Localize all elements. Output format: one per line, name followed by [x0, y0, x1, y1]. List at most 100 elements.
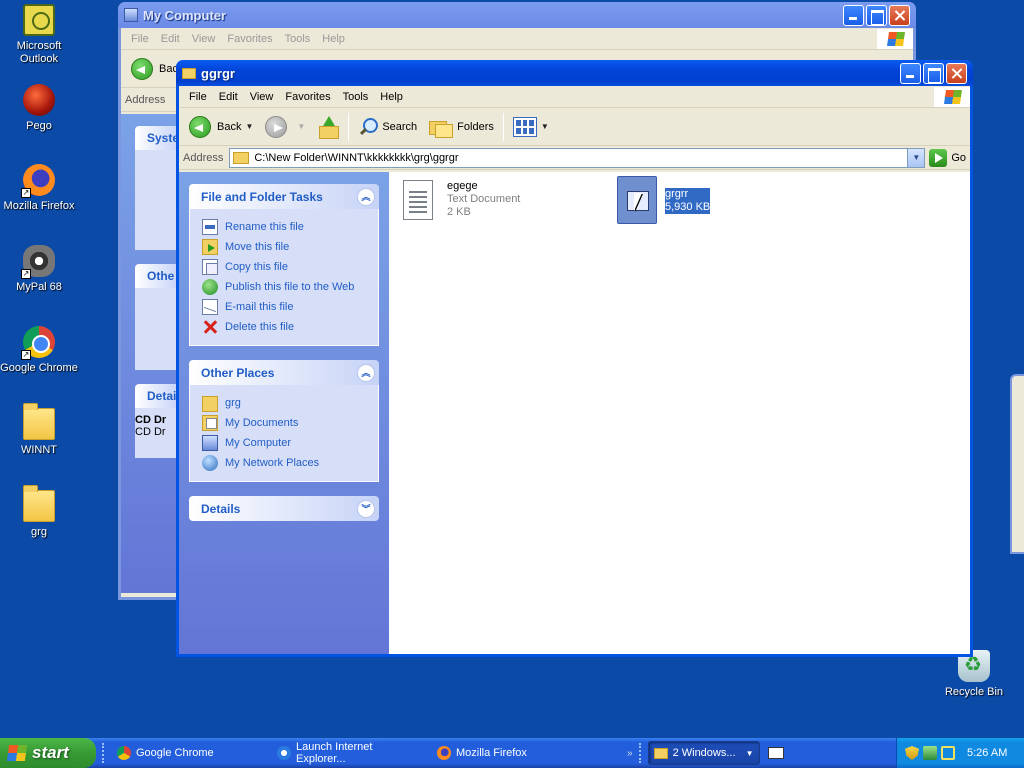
desktop-icon-label: Recycle Bin: [944, 686, 1004, 698]
views-button[interactable]: ▼: [507, 112, 555, 142]
desktop-icon-label: Microsoft Outlook: [16, 40, 62, 65]
back-button[interactable]: Back ▼: [183, 112, 259, 142]
desktop-icon-outlook[interactable]: Microsoft Outlook: [0, 4, 78, 66]
chevron-down-icon[interactable]: ▼: [541, 122, 549, 131]
link-label: My Documents: [225, 417, 299, 429]
up-folder-icon: [317, 115, 340, 139]
collapse-chevron-icon[interactable]: ︽: [357, 363, 375, 382]
file-item-grgrr[interactable]: grgrr 5,930 KB: [617, 176, 711, 224]
title-bar[interactable]: ggrgr: [176, 60, 973, 86]
email-file-link[interactable]: E-mail this file: [202, 297, 368, 317]
place-network-link[interactable]: My Network Places: [202, 453, 368, 473]
menu-edit[interactable]: Edit: [157, 33, 188, 45]
place-my-computer-link[interactable]: My Computer: [202, 433, 368, 453]
go-button[interactable]: Go: [929, 148, 966, 167]
collapse-chevron-icon[interactable]: ︽: [357, 187, 375, 206]
address-dropdown-button[interactable]: ▼: [907, 148, 925, 167]
menu-help[interactable]: Help: [318, 33, 353, 45]
chevron-right-icon[interactable]: »: [627, 748, 633, 759]
panel-title: Other Places: [201, 365, 275, 380]
desktop-icon-mypal[interactable]: ↗ MyPal 68: [0, 245, 78, 294]
menu-favorites[interactable]: Favorites: [281, 91, 338, 103]
title-bar[interactable]: My Computer: [118, 2, 916, 28]
task-pane: Syste Othe Detai CD Dr CD Dr: [121, 114, 179, 593]
publish-web-link[interactable]: Publish this file to the Web: [202, 277, 368, 297]
link-label: Delete this file: [225, 321, 295, 333]
taskbar-item-firefox[interactable]: Mozilla Firefox: [431, 741, 571, 765]
maximize-button[interactable]: [923, 62, 944, 84]
offscreen-window-edge[interactable]: [1010, 374, 1024, 554]
file-folder-tasks-panel: File and Folder Tasks ︽ Rename this file…: [189, 184, 379, 346]
search-label: Search: [382, 120, 418, 133]
taskbar-item-chrome[interactable]: Google Chrome: [111, 741, 271, 765]
folder-icon: [23, 403, 55, 440]
address-input[interactable]: C:\New Folder\WINNT\kkkkkkkk\grg\ggrgr ▼: [229, 147, 926, 168]
firefox-icon: [437, 746, 451, 760]
minimize-button[interactable]: [843, 4, 864, 26]
desktop-icon-winnt[interactable]: WINNT: [0, 403, 78, 457]
desktop-icon-grg[interactable]: grg: [0, 485, 78, 539]
close-button[interactable]: [889, 4, 910, 26]
network-icon[interactable]: [923, 746, 937, 760]
menu-view[interactable]: View: [188, 33, 224, 45]
details-header[interactable]: Detai: [135, 384, 179, 408]
desktop-icon-recycle-bin[interactable]: Recycle Bin: [935, 650, 1013, 699]
firefox-icon: ↗: [21, 164, 55, 198]
search-button[interactable]: Search: [352, 112, 423, 142]
place-my-documents-link[interactable]: My Documents: [202, 413, 368, 433]
task-label: Mozilla Firefox: [456, 747, 527, 759]
taskbar-item-internet-explorer[interactable]: Launch Internet Explorer...: [271, 741, 431, 765]
toolbar-separator: [502, 112, 504, 141]
file-item-egege[interactable]: egege Text Document 2 KB: [403, 180, 520, 220]
folders-button[interactable]: Folders: [423, 112, 500, 142]
forward-arrow-icon: [265, 115, 288, 138]
executable-file-icon: [617, 176, 657, 224]
windows-flag-icon: [6, 745, 28, 761]
file-folder-tasks-body: Rename this file Move this file Copy thi…: [189, 209, 379, 346]
desktop-icon-pego[interactable]: Pego: [0, 84, 78, 133]
menu-file[interactable]: File: [185, 91, 215, 103]
go-arrow-icon: [929, 148, 948, 167]
chevron-down-icon[interactable]: ▼: [245, 122, 253, 131]
copy-icon: [202, 259, 218, 275]
search-icon[interactable]: [941, 746, 955, 760]
menu-tools[interactable]: Tools: [339, 91, 377, 103]
copy-file-link[interactable]: Copy this file: [202, 257, 368, 277]
delete-file-link[interactable]: Delete this file: [202, 317, 368, 337]
menu-view[interactable]: View: [246, 91, 282, 103]
toolbar-grip[interactable]: [102, 743, 105, 763]
desktop-icon-chrome[interactable]: ↗ Google Chrome: [0, 326, 78, 375]
taskbar-group-windows[interactable]: 2 Windows... ▼: [647, 741, 760, 765]
close-button[interactable]: [946, 62, 967, 84]
file-list: egege Text Document 2 KB grgrr 5,930 KB: [389, 172, 970, 654]
pane-title: Syste: [147, 131, 180, 145]
file-folder-tasks-header[interactable]: File and Folder Tasks ︽: [189, 184, 379, 209]
expand-chevron-icon[interactable]: ︾: [357, 499, 375, 518]
folder-icon: [23, 485, 55, 522]
place-grg-link[interactable]: grg: [202, 393, 368, 413]
text-document-icon: [403, 180, 433, 220]
start-button[interactable]: start: [0, 738, 96, 768]
keyboard-icon[interactable]: [767, 747, 784, 759]
menu-help[interactable]: Help: [376, 91, 411, 103]
rename-file-link[interactable]: Rename this file: [202, 217, 368, 237]
maximize-button[interactable]: [866, 4, 887, 26]
minimize-button[interactable]: [900, 62, 921, 84]
details-header[interactable]: Details ︾: [189, 496, 379, 521]
clock[interactable]: 5:26 AM: [967, 747, 1007, 759]
menu-favorites[interactable]: Favorites: [223, 33, 280, 45]
move-file-link[interactable]: Move this file: [202, 237, 368, 257]
desktop-icon-firefox[interactable]: ↗ Mozilla Firefox: [0, 164, 78, 213]
forward-button[interactable]: ▼: [259, 112, 311, 142]
other-places-header[interactable]: Othe: [135, 264, 179, 288]
security-shield-icon[interactable]: [905, 746, 919, 760]
toolbar-grip[interactable]: [638, 743, 642, 763]
menu-edit[interactable]: Edit: [215, 91, 246, 103]
menu-file[interactable]: File: [127, 33, 157, 45]
up-folder-button[interactable]: [311, 112, 345, 142]
desktop-icon-label: MyPal 68: [16, 281, 62, 293]
folder-icon: [653, 747, 668, 759]
menu-tools[interactable]: Tools: [281, 33, 319, 45]
other-places-header[interactable]: Other Places ︽: [189, 360, 379, 385]
system-tasks-header[interactable]: Syste: [135, 126, 179, 150]
